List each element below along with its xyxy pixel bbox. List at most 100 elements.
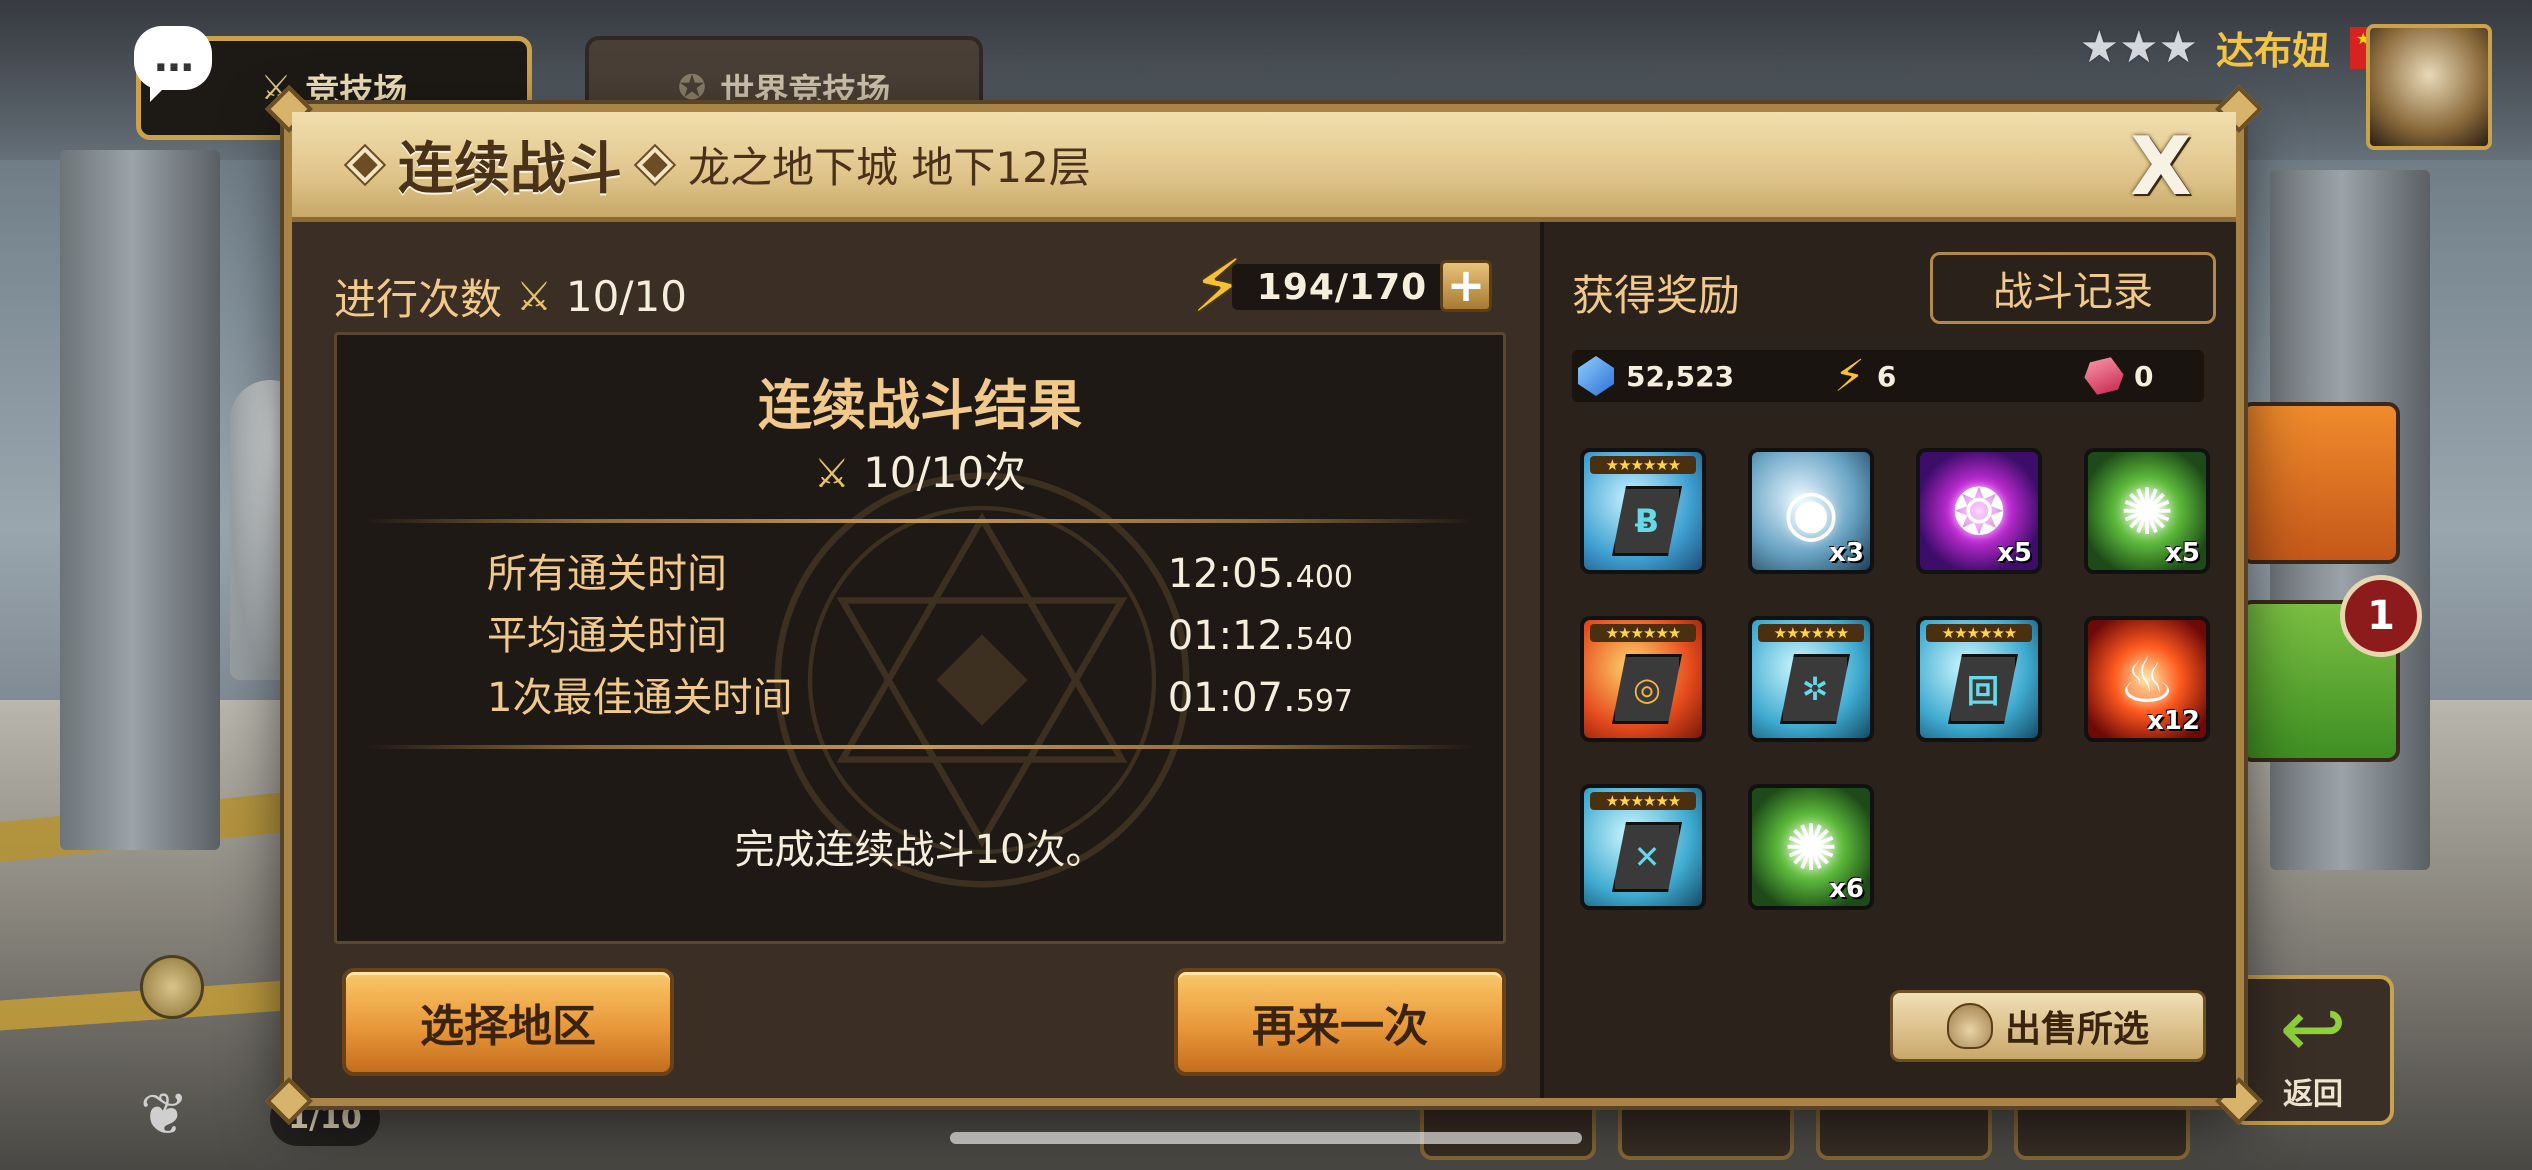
player-name: 达布妞 [2215,29,2330,73]
item-quantity: x5 [1997,538,2032,568]
sell-selected-button[interactable]: 出售所选 [1890,990,2206,1062]
rune-stars: ★★★★★★ [1590,792,1696,810]
item-quantity: x3 [1829,538,1864,568]
rewards-title: 获得奖励 [1572,271,1741,320]
crossed-swords-icon: ⚔ [516,273,552,320]
energy-display: 194/170 ⚡ + [1192,244,1492,328]
rune-icon: ✕ [1612,822,1682,892]
red-gem-amount: 0 [2134,359,2154,393]
energy-value: 194/170 [1232,264,1452,310]
energy-bolt-icon: ⚡ [1834,350,1865,402]
rune-stars: ★★★★★★ [1758,624,1864,642]
dialog-header: 连续战斗 龙之地下城 地下12层 X [292,112,2236,222]
item-quantity: x12 [2147,706,2200,736]
time-ms: 400 [1295,560,1353,595]
wing-icon: ❦ [140,1080,189,1148]
rune-item[interactable]: ★★★★★★ Ƀ [1580,448,1706,574]
dark-essence-item[interactable]: ❂ x5 [1916,448,2042,574]
progress-label: 进行次数 [334,275,503,324]
red-gem-icon [2080,351,2128,401]
return-arrow-icon: ↩ [2279,982,2347,1075]
divider [367,745,1473,749]
repeat-battle-dialog: 连续战斗 龙之地下城 地下12层 X 进行次数 ⚔ 10/10 194/170 … [264,84,2264,1126]
item-quantity: x5 [2165,538,2200,568]
time-row: 1次最佳通关时间 01:07.597 [487,665,1353,727]
shapeshifting-stone-item[interactable]: ◉ x3 [1748,448,1874,574]
wind-essence-item[interactable]: ✺ x6 [1748,784,1874,910]
time-label: 1次最佳通关时间 [487,675,793,721]
world-arena-icon: ✪ [677,68,707,108]
rune-stars: ★★★★★★ [1590,456,1696,474]
clear-times: 所有通关时间 12:05.400 平均通关时间 01:12.540 1次最佳通关… [487,541,1353,727]
left-pillar [60,150,220,850]
battle-log-button[interactable]: 战斗记录 [1930,252,2216,324]
time-label: 平均通关时间 [487,613,727,659]
time-value: 12:05.400 [1168,551,1353,597]
diamond-ornament-icon [636,146,674,183]
divider [367,519,1473,523]
energy-bolt-icon: ⚡ [1192,244,1243,328]
side-menu-button-orange[interactable] [2240,402,2400,564]
rune-item[interactable]: ★★★★★★ ✕ [1580,784,1706,910]
time-main: 01:07. [1167,675,1296,721]
select-area-button[interactable]: 选择地区 [342,968,674,1076]
result-count: ⚔ 10/10次 [337,439,1503,500]
rune-item[interactable]: ★★★★★★ 回 [1916,616,2042,742]
dungeon-name: 龙之地下城 地下12层 [688,143,1091,192]
add-energy-button[interactable]: + [1440,260,1492,312]
left-side-icons: ❦ [140,955,204,1148]
time-label: 所有通关时间 [487,551,727,597]
time-row: 平均通关时间 01:12.540 [487,603,1353,665]
player-rank-stars: ★★★ [2079,22,2198,73]
rewards-panel: 获得奖励 战斗记录 52,523 ⚡ 6 0 ★★★★★★ Ƀ ◉ x3 ❂ x… [1540,222,2236,1098]
notification-badge: 1 [2340,575,2422,657]
avatar[interactable] [2366,24,2492,150]
time-value: 01:07.597 [1168,675,1353,721]
time-value: 01:12.540 [1168,613,1353,659]
rune-icon: Ƀ [1612,486,1682,556]
result-box: 连续战斗结果 ⚔ 10/10次 所有通关时间 12:05.400 平均通关时间 … [334,332,1506,944]
diamond-ornament-icon [346,146,384,183]
result-count-value: 10/10次 [863,448,1027,497]
completion-message: 完成连续战斗10次。 [734,827,1106,873]
player-info: ★★★ 达布妞 [2080,20,2412,75]
time-row: 所有通关时间 12:05.400 [487,541,1353,603]
chat-bubble-icon[interactable]: ... [134,26,212,102]
rune-item[interactable]: ★★★★★★ ✲ [1748,616,1874,742]
item-quantity: x6 [1829,874,1864,904]
time-main: 01:12. [1167,613,1296,659]
sell-selected-label: 出售所选 [2004,1009,2149,1050]
money-bag-icon [1946,1003,1993,1049]
progress-row: 进行次数 ⚔ 10/10 [334,266,687,327]
rune-stars: ★★★★★★ [1590,624,1696,642]
home-indicator[interactable] [950,1132,1582,1144]
medal-icon[interactable] [140,955,204,1019]
currency-bar: 52,523 ⚡ 6 0 [1572,350,2204,402]
return-label: 返回 [2283,1077,2343,1112]
battle-result-panel: 进行次数 ⚔ 10/10 194/170 ⚡ + 连续战斗结果 ⚔ 10/10次 [292,222,1532,1098]
repeat-again-button[interactable]: 再来一次 [1174,968,1506,1076]
close-button[interactable]: X [2126,127,2196,207]
crossed-swords-icon: ⚔ [813,451,850,497]
result-title: 连续战斗结果 [758,374,1082,437]
fire-essence-item[interactable]: ♨ x12 [2084,616,2210,742]
rune-icon: 回 [1948,654,2018,724]
time-ms: 540 [1295,622,1353,657]
time-ms: 597 [1295,684,1353,719]
reward-items-grid: ★★★★★★ Ƀ ◉ x3 ❂ x5 ✺ x5 ★★★★★★ ◎ ★★★★★★ … [1580,448,2240,910]
crystal-icon [1578,356,1614,396]
chat-bubble-text: ... [153,35,195,81]
energy-reward: ⚡ 6 [1834,351,1896,402]
wind-essence-item[interactable]: ✺ x5 [2084,448,2210,574]
progress-value: 10/10 [565,272,687,321]
crystal-reward: 52,523 [1578,356,1734,396]
dialog-title: 连续战斗 [398,137,622,202]
red-gem-reward: 0 [2086,356,2153,396]
rune-item[interactable]: ★★★★★★ ◎ [1580,616,1706,742]
crystal-amount: 52,523 [1626,359,1735,393]
rune-stars: ★★★★★★ [1926,624,2032,642]
energy-amount: 6 [1876,359,1897,393]
time-main: 12:05. [1167,551,1296,597]
rune-icon: ◎ [1612,654,1682,724]
rune-icon: ✲ [1780,654,1850,724]
